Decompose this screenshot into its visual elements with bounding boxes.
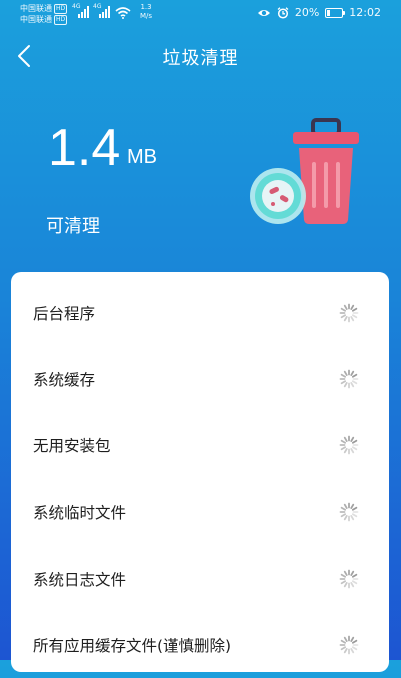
trash-lid xyxy=(293,132,359,144)
alarm-icon xyxy=(277,6,289,19)
hd-badge-2: HD xyxy=(54,15,68,25)
battery-percent: 20% xyxy=(294,6,320,19)
page-title: 垃圾清理 xyxy=(162,48,239,69)
hd-badge-1: HD xyxy=(54,4,68,14)
speed-unit: M/s xyxy=(140,12,153,20)
list-item-log-files[interactable]: 系统日志文件 xyxy=(11,546,389,612)
eye-icon xyxy=(257,9,270,16)
carrier-2-label: 中国联通 xyxy=(20,15,52,24)
list-item-label: 系统临时文件 xyxy=(33,504,127,522)
list-item-background-apps[interactable]: 后台程序 xyxy=(11,280,389,346)
scan-list-card: 后台程序 系统缓存 无用安装包 系统临时文件 系统日志文件 所有应用缓存文件(谨… xyxy=(11,272,389,672)
list-item-temp-files[interactable]: 系统临时文件 xyxy=(11,479,389,545)
list-item-all-app-cache[interactable]: 所有应用缓存文件(谨慎删除) xyxy=(11,612,389,678)
signal-1-icon xyxy=(78,6,89,18)
battery-icon xyxy=(325,7,346,18)
list-item-label: 系统缓存 xyxy=(33,371,96,389)
loading-spinner-icon xyxy=(339,435,359,455)
speed-value: 1.3 xyxy=(140,3,152,11)
cleanable-size-value: 1.4 xyxy=(48,119,121,177)
list-item-useless-packages[interactable]: 无用安装包 xyxy=(11,412,389,478)
carrier-1-label: 中国联通 xyxy=(20,4,52,13)
cleanable-label: 可清理 xyxy=(46,216,100,237)
trash-can-icon xyxy=(250,118,359,224)
signal-2-icon xyxy=(99,6,110,18)
status-time: 12:02 xyxy=(349,6,381,19)
battery-level xyxy=(327,9,331,16)
status-right: 20% 12:02 xyxy=(257,6,381,19)
status-bar: 中国联通 HD 中国联通 HD 4G 4G 1.3 M/s 20% 12:02 xyxy=(0,0,401,28)
network-speed: 1.3 M/s xyxy=(140,3,152,21)
list-item-label: 系统日志文件 xyxy=(33,571,127,589)
loading-spinner-icon xyxy=(339,303,359,323)
loading-spinner-icon xyxy=(339,635,359,655)
wifi-icon xyxy=(115,7,131,19)
carrier-2: 中国联通 HD xyxy=(20,14,68,25)
list-item-label: 所有应用缓存文件(谨慎删除) xyxy=(33,637,232,655)
list-item-system-cache[interactable]: 系统缓存 xyxy=(11,346,389,412)
carrier-1: 中国联通 HD xyxy=(20,3,68,14)
loading-spinner-icon xyxy=(339,569,359,589)
list-item-label: 后台程序 xyxy=(33,305,96,323)
cleanable-size-unit: MB xyxy=(127,146,157,168)
loading-spinner-icon xyxy=(339,502,359,522)
loading-spinner-icon xyxy=(339,369,359,389)
list-item-label: 无用安装包 xyxy=(33,437,111,455)
